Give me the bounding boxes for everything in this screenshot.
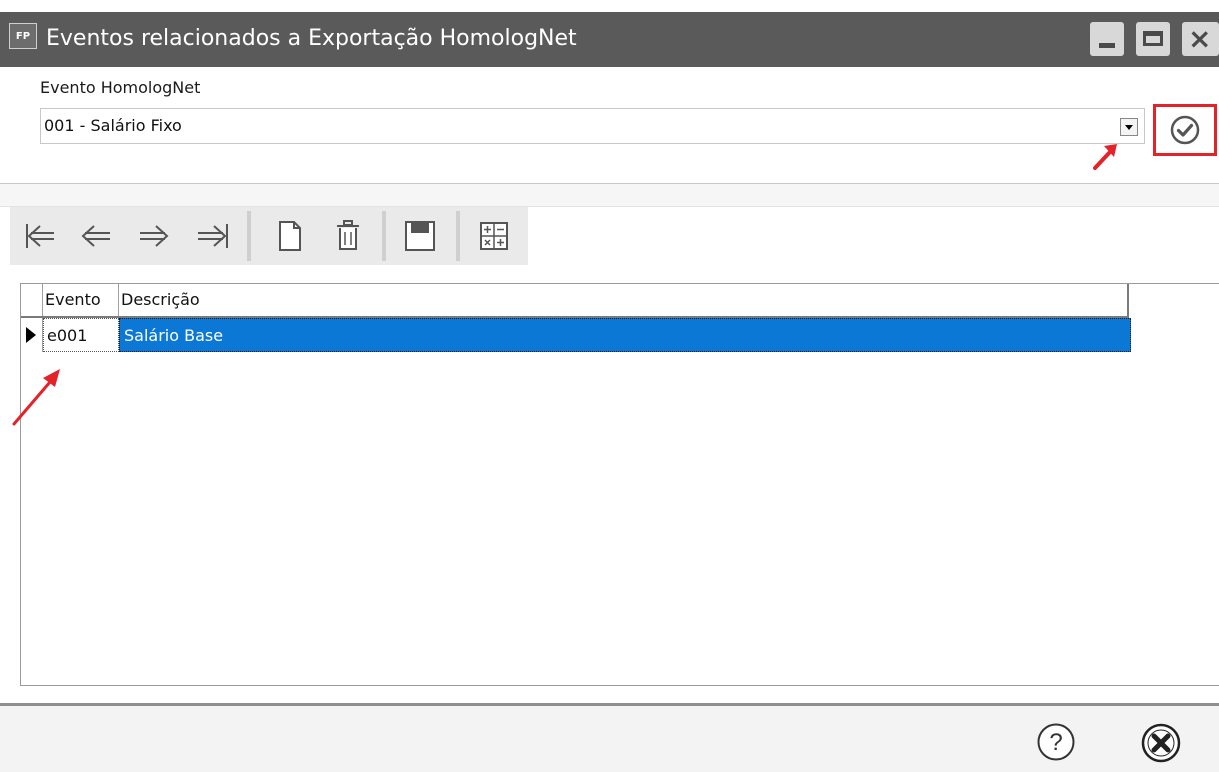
cell-evento[interactable]: e001 (43, 318, 119, 352)
column-header-descricao[interactable]: Descrição (119, 284, 1129, 316)
last-record-icon[interactable] (190, 212, 238, 260)
maximize-button[interactable] (1136, 22, 1170, 56)
evento-homolognet-select[interactable]: 001 - Salário Fixo (40, 108, 1145, 144)
minimize-icon (1099, 43, 1115, 48)
close-icon: × (1188, 22, 1212, 55)
separator (0, 183, 1219, 207)
grid-header: Evento Descrição (21, 284, 1129, 318)
window-title: Eventos relacionados a Exportação Homolo… (46, 26, 577, 51)
current-row-icon (26, 327, 36, 343)
confirm-button[interactable] (1153, 104, 1217, 156)
chevron-down-icon (1120, 118, 1138, 136)
toolbar (10, 207, 528, 265)
dropdown-button[interactable] (1118, 112, 1144, 140)
selected-value: 001 - Salário Fixo (44, 116, 182, 135)
first-record-icon[interactable] (16, 212, 64, 260)
row-indicator-header (21, 284, 43, 316)
minimize-button[interactable] (1090, 22, 1124, 56)
save-record-icon[interactable] (396, 212, 444, 260)
column-header-evento[interactable]: Evento (43, 284, 119, 316)
table-row[interactable]: e001 Salário Base (21, 318, 1131, 352)
cell-descricao[interactable]: Salário Base (119, 318, 1131, 352)
check-circle-icon (1170, 115, 1200, 145)
row-indicator (21, 318, 43, 352)
svg-text:?: ? (1049, 729, 1062, 756)
calculator-icon[interactable] (470, 212, 518, 260)
delete-record-icon[interactable] (324, 212, 372, 260)
close-window-button[interactable]: × (1182, 22, 1219, 56)
maximize-icon (1143, 31, 1163, 46)
events-grid: Evento Descrição e001 Salário Base (20, 283, 1219, 686)
close-circle-icon[interactable] (1140, 722, 1182, 764)
help-icon[interactable]: ? (1036, 722, 1076, 762)
annotation-arrow (12, 369, 60, 426)
new-record-icon[interactable] (266, 212, 314, 260)
next-record-icon[interactable] (130, 212, 178, 260)
app-icon: FP (9, 23, 37, 49)
evento-homolognet-label: Evento HomologNet (40, 78, 201, 97)
previous-record-icon[interactable] (72, 212, 120, 260)
annotation-arrow (1093, 144, 1117, 170)
